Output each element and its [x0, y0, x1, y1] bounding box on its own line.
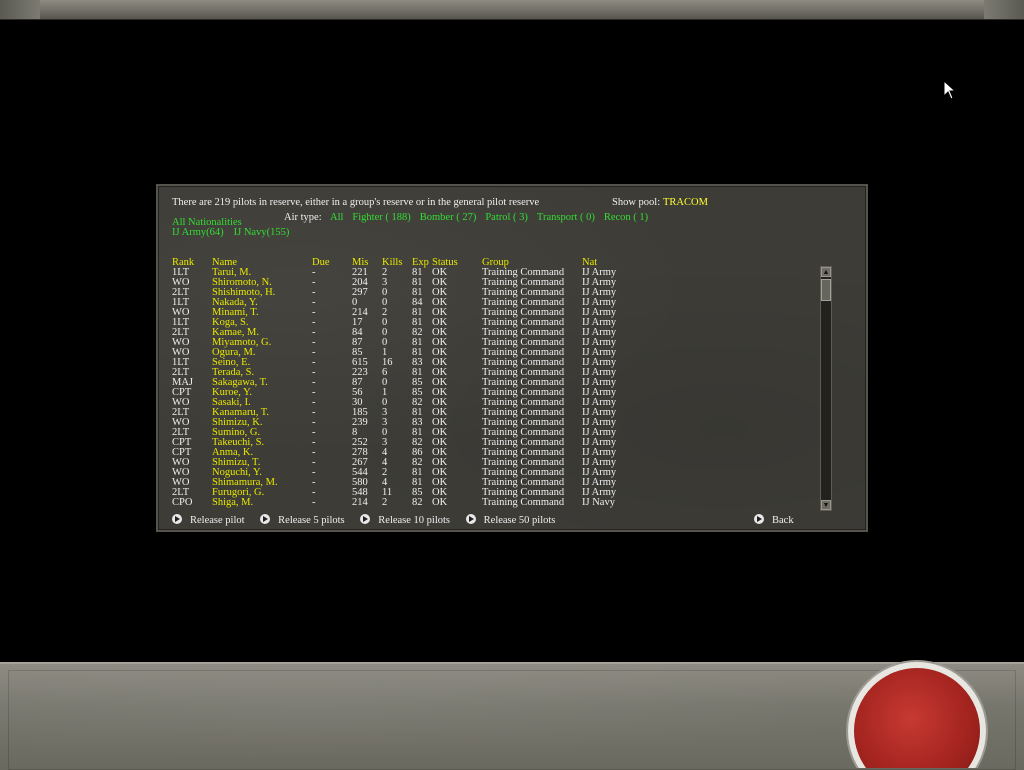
hinomaru-seal-button[interactable]	[846, 660, 988, 768]
filter-ij-navy[interactable]: IJ Navy(155)	[234, 227, 290, 238]
scroll-down-icon[interactable]: ▼	[821, 500, 831, 510]
release-pilot-button[interactable]: Release pilot	[172, 514, 245, 526]
show-pool-label: Show pool:	[612, 197, 661, 208]
cell-due: -	[312, 497, 316, 508]
cell-name: Shiga, M.	[212, 497, 254, 508]
filter-air-transport[interactable]: Transport ( 0)	[537, 212, 595, 223]
reserve-summary: There are 219 pilots in reserve, either …	[172, 197, 540, 208]
show-pool-selector[interactable]: TRACOM	[663, 197, 708, 208]
arrow-right-icon	[465, 514, 476, 524]
arrow-right-icon	[172, 514, 182, 524]
release-actions: Release pilot Release 5 pilots Release 1…	[172, 514, 568, 526]
scroll-up-icon[interactable]: ▲	[821, 267, 831, 277]
pilot-list-scrollbar[interactable]: ▲ ▼	[820, 266, 832, 511]
filter-air-fighter[interactable]: Fighter ( 188)	[352, 212, 410, 223]
cell-mis: 214	[352, 497, 368, 508]
seal-disc	[848, 662, 986, 768]
filter-air-bomber[interactable]: Bomber ( 27)	[420, 212, 477, 223]
mouse-cursor-icon	[943, 80, 957, 100]
filter-air-patrol[interactable]: Patrol ( 3)	[485, 212, 528, 223]
pilot-reserve-panel: There are 219 pilots in reserve, either …	[156, 184, 868, 532]
filter-air-recon[interactable]: Recon ( 1)	[604, 212, 648, 223]
cell-group: Training Command	[482, 497, 565, 508]
cell-exp: 82	[412, 497, 423, 508]
back-button[interactable]: Back	[754, 514, 794, 526]
cell-rank: CPO	[172, 497, 193, 508]
air-type-label: Air type:	[284, 212, 322, 223]
arrow-right-icon	[260, 514, 271, 524]
cell-kills: 2	[382, 497, 388, 508]
cell-nat: IJ Navy	[582, 497, 615, 508]
air-type-filters: All Fighter ( 188) Bomber ( 27) Patrol ( 3)…	[330, 212, 657, 223]
table-row[interactable]: CPO Shiga, M. - 214 2 82 OK Training Command IJ …	[172, 497, 642, 508]
arrow-right-icon	[360, 514, 371, 524]
filter-air-all[interactable]: All	[330, 212, 343, 223]
arrow-right-icon	[754, 514, 764, 524]
cell-status: OK	[432, 497, 448, 508]
top-frame-bar	[0, 0, 1024, 20]
release-10-pilots-button[interactable]: Release 10 pilots	[360, 514, 450, 526]
release-50-pilots-button[interactable]: Release 50 pilots	[465, 514, 555, 526]
pilot-list: 1LT Tarui, M. -221 2 81 OK Training Command IJ …	[172, 267, 642, 508]
scroll-thumb[interactable]	[821, 279, 831, 301]
nationality-filters: IJ Army(64) IJ Navy(155)	[172, 227, 299, 238]
filter-ij-army[interactable]: IJ Army(64)	[172, 227, 224, 238]
release-5-pilots-button[interactable]: Release 5 pilots	[260, 514, 345, 526]
